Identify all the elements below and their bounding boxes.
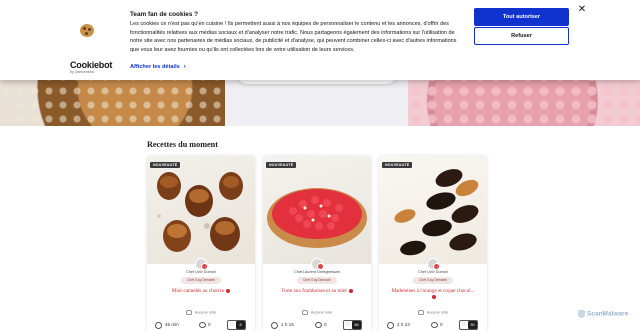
cookie-details-link[interactable]: Afficher les détails › xyxy=(130,64,186,70)
avatar xyxy=(311,258,324,270)
clock-icon xyxy=(387,322,394,329)
watermark: ScanMalware xyxy=(578,310,628,318)
comment-count: 0 xyxy=(324,322,327,327)
favorite-button[interactable]: ♡ 66 xyxy=(343,320,362,330)
cookie-details-label: Afficher les détails xyxy=(130,64,180,70)
cookie-title: Team fan de cookies ? xyxy=(130,11,199,18)
info-icon xyxy=(348,288,353,293)
recipe-title[interactable]: Mini-cannelés au chorizo xyxy=(147,288,255,294)
prep-time: 2 h 23 xyxy=(397,322,410,327)
favorite-count: 30 xyxy=(468,321,477,329)
rating: Aucune note xyxy=(263,310,371,315)
cookiebot-brand-by: by Usercentrics xyxy=(70,70,95,74)
favorite-button[interactable]: ♡ 30 xyxy=(459,320,478,330)
clock-icon xyxy=(271,322,278,329)
chef-name: Chef Ulric Durnez xyxy=(186,270,216,274)
rating-text: Aucune note xyxy=(194,310,217,315)
recipe-title[interactable]: Torte aux framboises et au miel xyxy=(263,288,371,294)
section-title: Recettes du moment xyxy=(147,140,218,149)
cookiebot-logo: Cookiebot by Usercentrics xyxy=(70,60,113,74)
avatar xyxy=(195,258,208,270)
rating: Aucune note xyxy=(147,310,255,315)
favorite-button[interactable]: ♡ 8 xyxy=(227,320,246,330)
recipe-title-text: Mini-cannelés au chorizo xyxy=(171,288,225,294)
favorite-count: 66 xyxy=(352,321,361,329)
new-badge: NOUVEAUTÉ xyxy=(150,162,181,168)
comment-count: 0 xyxy=(440,322,443,327)
heart-icon: ♡ xyxy=(346,322,351,328)
chef-badge: Chef Guy Demarle xyxy=(413,277,453,284)
card-footer: 45 min 0 ♡ 8 xyxy=(147,320,255,331)
chef-name: Chef Ulric Durnez xyxy=(418,270,448,274)
prep-time: 45 min xyxy=(165,322,179,327)
recipe-card[interactable]: NOUVEAUTÉ Chef Laurent Deregbessart Chef… xyxy=(263,156,371,331)
recipe-image xyxy=(379,156,487,264)
chef-badge: Chef Guy Demarle xyxy=(181,277,221,284)
close-icon[interactable]: ✕ xyxy=(576,4,588,16)
rating-text: Aucune note xyxy=(426,310,449,315)
recipe-title-text: Madeleines à l'orange et coque chocol... xyxy=(391,288,475,294)
cookie-icon xyxy=(80,24,94,37)
chef-hat-icon xyxy=(301,310,308,315)
clock-icon xyxy=(155,322,162,329)
comment-icon xyxy=(315,322,322,328)
watermark-text: ScanMalware xyxy=(587,310,629,318)
cookiebot-brand-name: Cookiebot xyxy=(70,60,113,70)
chef-hat-icon xyxy=(417,310,424,315)
new-badge: NOUVEAUTÉ xyxy=(382,162,413,168)
info-icon xyxy=(432,294,436,299)
card-footer: 1 h 15 0 ♡ 66 xyxy=(263,320,371,331)
comment-icon xyxy=(431,322,438,328)
allow-all-button[interactable]: Tout autoriser xyxy=(474,8,569,26)
comment-count: 0 xyxy=(208,322,211,327)
chef-name: Chef Laurent Deregbessart xyxy=(294,270,340,274)
rating: Aucune note xyxy=(379,310,487,315)
cookie-banner: Cookiebot by Usercentrics Team fan de co… xyxy=(0,0,640,80)
recipe-card[interactable]: NOUVEAUTÉ Chef Ulric Durnez Chef Guy Dem… xyxy=(147,156,255,331)
chevron-right-icon: › xyxy=(183,64,186,70)
heart-icon: ♡ xyxy=(462,322,467,328)
chef-badge: Chef Guy Demarle xyxy=(297,277,337,284)
recipe-title-text: Torte aux framboises et au miel xyxy=(281,288,347,294)
shield-icon xyxy=(578,310,585,318)
recipe-title[interactable]: Madeleines à l'orange et coque chocol... xyxy=(379,288,487,300)
cookie-text: Les cookies ce n'est pas qu'en cuisine !… xyxy=(130,21,457,53)
refuse-button[interactable]: Refuser xyxy=(474,27,569,45)
recipe-image xyxy=(263,156,371,264)
avatar xyxy=(427,258,440,270)
prep-time: 1 h 15 xyxy=(281,322,294,327)
comment-icon xyxy=(199,322,206,328)
favorite-count: 8 xyxy=(236,321,245,329)
card-footer: 2 h 23 0 ♡ 30 xyxy=(379,320,487,331)
info-icon xyxy=(226,288,231,293)
new-badge: NOUVEAUTÉ xyxy=(266,162,297,168)
recipe-image xyxy=(147,156,255,264)
rating-text: Aucune note xyxy=(310,310,333,315)
chef-hat-icon xyxy=(185,310,192,315)
heart-icon: ♡ xyxy=(230,322,235,328)
recipe-card[interactable]: NOUVEAUTÉ Chef Ulric Durnez Chef Guy Dem… xyxy=(379,156,487,331)
